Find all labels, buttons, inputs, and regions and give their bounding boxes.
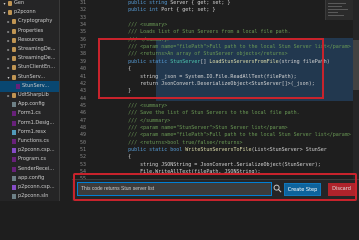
file-icon <box>12 129 16 135</box>
code-token: /// <summary> <box>104 102 168 109</box>
folder-icon <box>12 47 16 52</box>
explorer-item[interactable]: p2pconn.sln <box>0 191 59 201</box>
file-icon <box>12 120 16 126</box>
code-token: WriteStunServersToFile <box>185 147 252 153</box>
code-token: /// <summary> <box>104 22 168 29</box>
folder-icon <box>12 65 16 71</box>
code-token: /// Loads list of Stun Servers from a lo… <box>104 29 291 36</box>
step-description-input[interactable] <box>77 182 272 196</box>
create-step-button[interactable]: Create Step <box>284 183 321 196</box>
code-token: /// Save the list of Stun Servers to the… <box>104 110 300 117</box>
code-token: public static <box>104 147 171 153</box>
code-token: /// <returns>bool true/false</returns> <box>104 139 243 146</box>
file-icon <box>12 102 16 108</box>
code-token: { <box>104 154 132 161</box>
file-icon <box>12 157 16 163</box>
folder-icon <box>8 10 12 16</box>
search-icon[interactable] <box>273 184 282 193</box>
code-token: /// <param name="filePath">Full path to … <box>104 132 351 139</box>
file-icon <box>12 175 16 181</box>
code-token: Port { get; set; } <box>161 7 216 14</box>
minimap[interactable] <box>325 0 353 20</box>
code-token: (List<StunServer> StunSer <box>251 147 327 153</box>
file-icon <box>12 148 16 154</box>
folder-icon <box>12 56 16 62</box>
folder-icon <box>8 1 12 6</box>
code-token: /// </summary> <box>104 117 171 124</box>
file-icon <box>12 185 16 190</box>
folder-icon <box>12 74 16 80</box>
code-token: string JSONString = JsonConvert.Serializ… <box>104 161 321 168</box>
vertical-scrollbar[interactable] <box>353 0 359 201</box>
code-line[interactable]: public static bool WriteStunServersToFil… <box>104 146 327 156</box>
folder-icon <box>12 93 16 98</box>
explorer-sidebar: ▾ Gen ▾ p2pconn ▸ Cryptography ▸ Properties ▸ Res… <box>0 0 60 201</box>
file-icon <box>12 194 16 200</box>
folder-icon <box>12 19 16 25</box>
explorer-item-label: p2pconn.sln <box>18 193 49 200</box>
selection-annotation-box <box>98 38 324 99</box>
scrollbar-thumb[interactable] <box>353 40 359 90</box>
folder-icon <box>12 37 16 43</box>
code-token: public string <box>104 0 171 6</box>
discard-button[interactable]: Discard <box>328 183 355 196</box>
file-icon <box>12 111 16 117</box>
code-token: public int <box>104 7 162 14</box>
code-token: bool <box>170 147 186 153</box>
code-token: Server { get; set; } <box>170 0 231 6</box>
folder-icon <box>12 28 16 34</box>
code-token: /// <param name="StunServer">Stun Server… <box>104 124 288 131</box>
file-icon <box>12 166 16 172</box>
code-line[interactable]: public int Port { get; set; } <box>104 6 215 16</box>
code-editor[interactable]: 31 public string Server { get; set; } 32 … <box>60 0 359 201</box>
file-icon <box>16 83 20 89</box>
file-icon <box>12 139 16 144</box>
